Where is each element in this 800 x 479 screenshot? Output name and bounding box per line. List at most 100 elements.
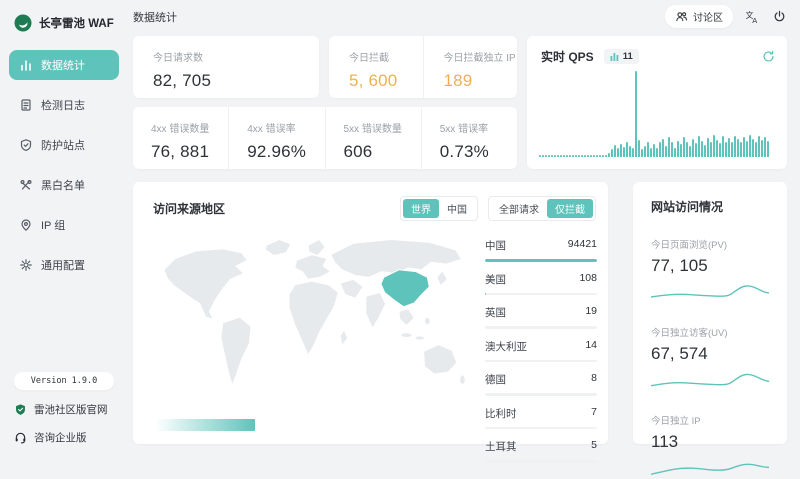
sidebar-nav: 数据统计 检测日志 防护站点 黑白名单 IP 组 — [0, 50, 128, 280]
sidebar-item-label: IP 组 — [41, 217, 65, 233]
country-value: 108 — [579, 272, 597, 287]
map-india — [366, 293, 386, 329]
country-name: 中国 — [485, 238, 506, 253]
blocks-today-card: 今日拦截 5, 600 今日拦截独立 IP 189 — [329, 36, 517, 98]
country-value: 7 — [591, 406, 597, 421]
stat-value: 92.96% — [247, 142, 324, 162]
sidebar-item-label: 防护站点 — [41, 137, 85, 153]
sidebar-item-data-stats[interactable]: 数据统计 — [9, 50, 119, 80]
sidebar-item-blackwhite-list[interactable]: 黑白名单 — [9, 170, 119, 200]
map-color-legend — [155, 419, 255, 431]
version-badge: Version 1.9.0 — [14, 372, 114, 390]
map-europe — [295, 255, 331, 280]
scope-toggle-group: 世界 中国 — [400, 196, 478, 221]
ip-metric: 今日独立 IP 113 — [651, 413, 769, 479]
qps-current-value: 11 — [623, 51, 633, 62]
err-4xx-count-stat: 4xx 错误数量 76, 881 — [133, 107, 228, 169]
stat-label: 5xx 错误数量 — [344, 120, 421, 135]
country-row: 澳大利亚14 — [485, 339, 597, 363]
ip-pin-icon — [19, 218, 33, 232]
stat-label: 4xx 错误数量 — [151, 120, 228, 135]
logout-button[interactable] — [771, 8, 788, 25]
users-icon — [675, 10, 688, 23]
blocked-ips-today-stat: 今日拦截独立 IP 189 — [423, 36, 518, 98]
site-visits-title: 网站访问情况 — [651, 198, 769, 215]
svg-text:A: A — [752, 16, 757, 24]
scope-option-world[interactable]: 世界 — [403, 199, 439, 218]
country-name: 美国 — [485, 272, 506, 287]
stat-value: 82, 705 — [153, 71, 299, 91]
country-value: 8 — [591, 372, 597, 387]
history-refresh-icon[interactable] — [762, 50, 775, 63]
shield-icon — [14, 403, 27, 416]
stat-value: 606 — [344, 142, 421, 162]
forum-button-label: 讨论区 — [693, 9, 723, 24]
headset-icon — [14, 431, 27, 444]
log-icon — [19, 98, 33, 112]
country-row: 英国19 — [485, 305, 597, 329]
metric-value: 113 — [651, 432, 769, 452]
map-africa — [289, 281, 338, 355]
filter-list-icon — [19, 178, 33, 192]
forum-button[interactable]: 讨论区 — [665, 5, 733, 28]
language-toggle-button[interactable]: 文A — [743, 8, 761, 26]
filter-option-blocked-only[interactable]: 仅拦截 — [547, 199, 593, 218]
app-logo-icon — [14, 14, 32, 32]
uv-metric: 今日独立访客(UV) 67, 574 — [651, 325, 769, 391]
err-5xx-count-stat: 5xx 错误数量 606 — [325, 107, 421, 169]
sidebar-item-label: 检测日志 — [41, 97, 85, 113]
map-north-america — [164, 249, 247, 319]
country-name: 土耳其 — [485, 439, 517, 454]
stat-value: 189 — [444, 71, 518, 91]
sidebar-item-detect-logs[interactable]: 检测日志 — [9, 90, 119, 120]
sidebar-item-label: 通用配置 — [41, 257, 85, 273]
map-scandinavia — [308, 239, 325, 255]
stat-value: 0.73% — [440, 142, 517, 162]
map-south-america — [221, 317, 251, 385]
stat-value: 76, 881 — [151, 142, 228, 162]
sidebar-item-label: 黑白名单 — [41, 177, 85, 193]
metric-value: 67, 574 — [651, 344, 769, 364]
map-indonesia — [401, 333, 412, 338]
sidebar-item-protected-sites[interactable]: 防护站点 — [9, 130, 119, 160]
metric-label: 今日页面浏览(PV) — [651, 237, 769, 251]
country-name: 比利时 — [485, 406, 517, 421]
stat-label: 今日请求数 — [153, 49, 299, 64]
requests-today-card: 今日请求数 82, 705 — [133, 36, 319, 98]
side-link-label: 雷池社区版官网 — [34, 402, 108, 417]
gear-icon — [19, 258, 33, 272]
country-bar — [485, 259, 597, 262]
page-title: 数据统计 — [133, 9, 177, 25]
scope-option-china[interactable]: 中国 — [439, 199, 475, 218]
site-visits-card: 网站访问情况 今日页面浏览(PV) 77, 105 今日独立访客(UV) 67,… — [633, 182, 787, 444]
community-site-link[interactable]: 雷池社区版官网 — [14, 402, 114, 417]
enterprise-consult-link[interactable]: 咨询企业版 — [14, 430, 114, 445]
ip-sparkline — [651, 455, 769, 479]
metric-label: 今日独立 IP — [651, 413, 769, 427]
map-indonesia — [415, 336, 424, 340]
translate-icon: 文A — [745, 10, 759, 24]
bar-chart-icon — [19, 58, 33, 72]
country-row: 美国 108 — [485, 272, 597, 296]
country-value: 14 — [585, 339, 597, 354]
blocks-today-stat: 今日拦截 5, 600 — [329, 36, 423, 98]
topbar-actions: 讨论区 文A — [665, 5, 788, 28]
country-list: 中国94421 美国108 英国19 澳大利亚14 德国8 比利时7 土耳其5 — [485, 238, 597, 473]
sidebar-item-general-config[interactable]: 通用配置 — [9, 250, 119, 280]
map-greenland — [265, 239, 291, 255]
side-link-label: 咨询企业版 — [34, 430, 87, 445]
sidebar-footer: Version 1.9.0 雷池社区版官网 咨询企业版 — [0, 372, 128, 445]
country-row: 土耳其5 — [485, 439, 597, 463]
qps-title: 实时 QPS — [541, 48, 594, 65]
qps-current-badge: 11 — [604, 49, 639, 64]
country-row: 中国94421 — [485, 238, 597, 262]
sidebar-item-label: 数据统计 — [41, 57, 85, 73]
sidebar-item-ip-groups[interactable]: IP 组 — [9, 210, 119, 240]
country-value: 19 — [585, 305, 597, 320]
err-5xx-rate-stat: 5xx 错误率 0.73% — [421, 107, 517, 169]
filter-option-all-requests[interactable]: 全部请求 — [491, 199, 547, 218]
power-icon — [773, 10, 786, 23]
stat-label: 今日拦截 — [349, 49, 423, 64]
map-toggles: 世界 中国 全部请求 仅拦截 — [400, 196, 596, 221]
realtime-qps-card: 实时 QPS 11 — [527, 36, 787, 169]
